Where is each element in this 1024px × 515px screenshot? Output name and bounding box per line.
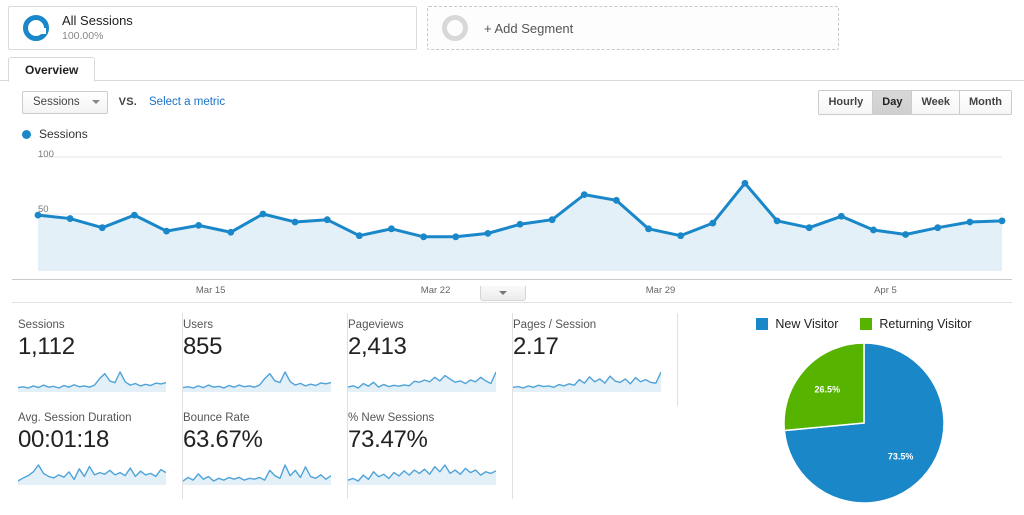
overview-lower-section: Sessions 1,112 Users 855 Pageviews 2,413… — [0, 303, 1024, 507]
sparkline — [348, 459, 496, 485]
metric-title: % New Sessions — [348, 412, 435, 424]
chevron-down-icon — [499, 291, 507, 295]
metric-title: Sessions — [18, 319, 65, 331]
metric-card-users[interactable]: Users 855 — [183, 313, 348, 406]
segment-title: All Sessions — [62, 12, 133, 28]
metric-card-pageviews[interactable]: Pageviews 2,413 — [348, 313, 513, 406]
metric-cards: Sessions 1,112 Users 855 Pageviews 2,413… — [0, 313, 690, 507]
metric-card-new-sessions[interactable]: % New Sessions 73.47% — [348, 406, 513, 499]
new-vs-returning-pie-chart: New Visitor Returning Visitor 73.5% 26.5% — [690, 313, 1024, 507]
metric-value: 63.67% — [183, 426, 263, 453]
sessions-timeline-chart: Sessions 100 50 Mar 15 Mar 22 Mar 29 Apr 5 — [0, 123, 1024, 302]
primary-metric-label: Sessions — [33, 96, 80, 108]
segment-bar: All Sessions 100.00% + Add Segment — [0, 0, 1024, 56]
x-tick-label: Mar 22 — [420, 285, 451, 296]
chart-legend: Sessions — [12, 123, 1012, 147]
pie-slice-label: 26.5% — [815, 385, 841, 395]
metric-title: Avg. Session Duration — [18, 412, 132, 424]
metric-card-empty — [513, 406, 678, 499]
metric-value: 2.17 — [513, 333, 559, 360]
pie-legend-item-new-visitor[interactable]: New Visitor — [756, 317, 838, 331]
metric-title: Bounce Rate — [183, 412, 250, 424]
add-segment-button[interactable]: + Add Segment — [427, 6, 839, 50]
metric-card-pages-per-session[interactable]: Pages / Session 2.17 — [513, 313, 678, 406]
chevron-down-icon — [91, 100, 100, 104]
metric-card-bounce-rate[interactable]: Bounce Rate 63.67% — [183, 406, 348, 499]
primary-metric-dropdown[interactable]: Sessions — [22, 90, 108, 114]
segment-percent: 100.00% — [62, 30, 104, 43]
sparkline — [18, 459, 166, 485]
x-tick-label: Mar 29 — [645, 285, 676, 296]
pie-svg: 73.5% 26.5% — [783, 342, 945, 504]
metric-title: Users — [183, 319, 214, 331]
sparkline — [183, 459, 331, 485]
donut-outline-icon — [442, 15, 468, 41]
pie-legend-label: New Visitor — [775, 317, 839, 331]
add-segment-label: + Add Segment — [484, 20, 574, 36]
x-tick-label: Apr 5 — [874, 285, 897, 296]
sparkline — [18, 366, 166, 392]
metric-title: Pages / Session — [513, 319, 597, 331]
metric-value: 73.47% — [348, 426, 428, 453]
granularity-toggle-group: Hourly Day Week Month — [818, 89, 1012, 115]
granularity-month[interactable]: Month — [960, 90, 1011, 114]
metric-value: 855 — [183, 333, 223, 360]
pie-plot-area[interactable]: 73.5% 26.5% — [704, 339, 1024, 507]
sparkline — [513, 366, 661, 392]
metric-controls-row: Sessions VS. Select a metric Hourly Day … — [0, 81, 1024, 123]
pie-legend: New Visitor Returning Visitor — [704, 317, 1024, 331]
pie-legend-label: Returning Visitor — [879, 317, 972, 331]
legend-label-sessions: Sessions — [39, 127, 88, 141]
metric-value: 00:01:18 — [18, 426, 110, 453]
y-tick-100: 100 — [38, 149, 54, 160]
metric-card-sessions[interactable]: Sessions 1,112 — [18, 313, 183, 406]
granularity-day[interactable]: Day — [873, 90, 913, 114]
tab-strip: Overview — [0, 56, 1024, 82]
vs-label: VS. — [118, 96, 138, 108]
sparkline — [183, 366, 331, 392]
sparkline — [348, 366, 496, 392]
legend-swatch-icon — [860, 318, 873, 330]
metric-value: 2,413 — [348, 333, 407, 360]
segment-all-sessions-text: All Sessions 100.00% — [62, 13, 133, 43]
chart-plot-area[interactable]: 100 50 — [12, 147, 1012, 279]
metric-card-avg-session-duration[interactable]: Avg. Session Duration 00:01:18 — [18, 406, 183, 499]
donut-icon — [23, 15, 49, 41]
legend-dot-icon — [22, 129, 31, 139]
tab-overview[interactable]: Overview — [8, 57, 96, 82]
collapse-chart-handle[interactable] — [480, 286, 526, 301]
granularity-hourly[interactable]: Hourly — [819, 90, 874, 114]
pie-legend-item-returning-visitor[interactable]: Returning Visitor — [860, 317, 972, 331]
granularity-week[interactable]: Week — [912, 90, 961, 114]
y-tick-50: 50 — [38, 204, 49, 215]
metric-value: 1,112 — [18, 333, 75, 360]
pie-slice-label: 73.5% — [888, 451, 914, 461]
select-metric-link[interactable]: Select a metric — [149, 96, 225, 108]
metric-cards-row-2: Avg. Session Duration 00:01:18 Bounce Ra… — [18, 406, 690, 499]
x-tick-label: Mar 15 — [195, 285, 226, 296]
segment-all-sessions[interactable]: All Sessions 100.00% — [8, 6, 417, 50]
legend-swatch-icon — [756, 318, 769, 330]
metric-cards-row-1: Sessions 1,112 Users 855 Pageviews 2,413… — [18, 313, 690, 406]
timeline-svg — [34, 156, 1006, 271]
metric-title: Pageviews — [348, 319, 404, 331]
